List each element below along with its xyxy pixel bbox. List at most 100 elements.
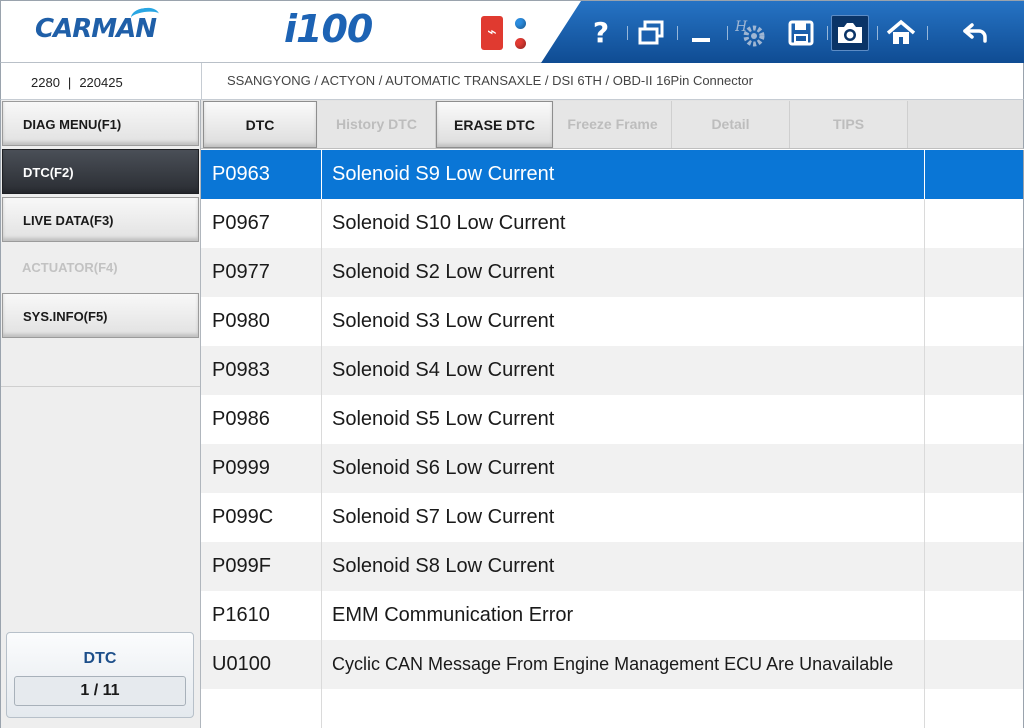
id-separator: | [67, 75, 72, 90]
save-icon [788, 20, 814, 46]
power-indicator-icon [515, 38, 526, 49]
settings-button[interactable]: H [733, 15, 769, 51]
dtc-status [925, 297, 1023, 346]
tab-freeze-frame: Freeze Frame [554, 101, 672, 148]
toolbar-divider [627, 26, 628, 40]
dtc-code: P1610 [201, 591, 322, 640]
vehicle-breadcrumb: SSANGYONG / ACTYON / AUTOMATIC TRANSAXLE… [227, 73, 753, 88]
device-id-1: 2280 [31, 75, 60, 90]
dtc-status [925, 689, 1023, 728]
help-button[interactable]: ? [583, 15, 619, 51]
dtc-code: P0963 [201, 150, 322, 199]
sidebar-item-sys-info[interactable]: SYS.INFO(F5) [2, 293, 199, 338]
dtc-status [925, 346, 1023, 395]
dtc-description: Solenoid S9 Low Current [322, 150, 925, 199]
tab-bar: DTC History DTC ERASE DTC Freeze Frame D… [201, 100, 1024, 149]
tab-erase-dtc[interactable]: ERASE DTC [436, 101, 553, 148]
sidebar-item-actuator: ACTUATOR(F4) [2, 245, 199, 290]
dtc-table: P0963 Solenoid S9 Low Current P0967 Sole… [201, 150, 1024, 728]
window-switch-icon [638, 20, 664, 45]
dtc-counter-label: DTC [83, 650, 117, 667]
camera-icon [838, 23, 862, 43]
table-row[interactable]: P0983 Solenoid S4 Low Current [201, 346, 1023, 395]
dtc-code: P099F [201, 542, 322, 591]
dtc-code: U0100 [201, 640, 322, 689]
sidebar-item-dtc[interactable]: DTC(F2) [2, 149, 199, 194]
dtc-description: Solenoid S5 Low Current [322, 395, 925, 444]
dtc-code: P0999 [201, 444, 322, 493]
dtc-status [925, 640, 1023, 689]
sidebar-divider [1, 386, 200, 387]
tab-detail: Detail [672, 101, 790, 148]
dtc-code: P099C [201, 493, 322, 542]
dtc-description [322, 689, 925, 728]
table-row[interactable]: P1610 EMM Communication Error [201, 591, 1023, 640]
dtc-counter-panel: DTC 1 / 11 [6, 632, 194, 718]
dtc-description: Solenoid S2 Low Current [322, 248, 925, 297]
help-icon: ? [592, 16, 610, 49]
window-switch-button[interactable] [633, 15, 669, 51]
dtc-description: EMM Communication Error [322, 591, 925, 640]
sidebar-item-live-data[interactable]: LIVE DATA(F3) [2, 197, 199, 242]
toolbar: ? H [541, 1, 1024, 63]
brand-logo: CARMAN [35, 6, 160, 44]
dtc-code [201, 689, 322, 728]
app-header: CARMAN i100 ⌁ ? H [0, 0, 1024, 63]
device-ids: 2280 | 220425 [31, 75, 131, 90]
dtc-code: P0986 [201, 395, 322, 444]
toolbar-divider [677, 26, 678, 40]
dtc-code: P0980 [201, 297, 322, 346]
dtc-status [925, 199, 1023, 248]
table-row[interactable]: P0963 Solenoid S9 Low Current [201, 150, 1023, 199]
save-button[interactable] [783, 15, 819, 51]
toolbar-divider [877, 26, 878, 40]
table-row[interactable]: P099F Solenoid S8 Low Current [201, 542, 1023, 591]
table-row[interactable]: P0986 Solenoid S5 Low Current [201, 395, 1023, 444]
home-icon [886, 19, 916, 44]
table-row[interactable]: P099C Solenoid S7 Low Current [201, 493, 1023, 542]
table-row[interactable]: P0980 Solenoid S3 Low Current [201, 297, 1023, 346]
dtc-description: Cyclic CAN Message From Engine Managemen… [322, 640, 925, 689]
dtc-description: Solenoid S8 Low Current [322, 542, 925, 591]
dtc-code: P0967 [201, 199, 322, 248]
dtc-status [925, 395, 1023, 444]
info-divider [201, 63, 202, 100]
table-row[interactable]: P0999 Solenoid S6 Low Current [201, 444, 1023, 493]
dtc-status [925, 542, 1023, 591]
back-button[interactable] [957, 15, 993, 51]
toolbar-divider [927, 26, 928, 40]
tab-dtc[interactable]: DTC [203, 101, 317, 148]
toolbar-divider [827, 26, 828, 40]
dtc-counter-value: 1 / 11 [14, 676, 186, 706]
connection-indicator-icon [515, 18, 526, 29]
tab-tips: TIPS [790, 101, 908, 148]
model-logo: i100 [284, 7, 373, 51]
dtc-description: Solenoid S3 Low Current [322, 297, 925, 346]
sidebar-item-diag-menu[interactable]: DIAG MENU(F1) [2, 101, 199, 146]
table-row[interactable]: U0100 Cyclic CAN Message From Engine Man… [201, 640, 1023, 689]
home-button[interactable] [883, 15, 919, 51]
dtc-status [925, 248, 1023, 297]
dtc-description: Solenoid S7 Low Current [322, 493, 925, 542]
dtc-status [925, 150, 1023, 199]
minimize-button[interactable] [683, 15, 719, 51]
table-row[interactable]: P0977 Solenoid S2 Low Current [201, 248, 1023, 297]
table-row [201, 689, 1023, 728]
tab-history-dtc: History DTC [318, 101, 436, 148]
toolbar-divider [727, 26, 728, 40]
settings-icon: H [735, 19, 765, 47]
dtc-status [925, 493, 1023, 542]
usb-status-icon: ⌁ [481, 16, 503, 50]
dtc-description: Solenoid S4 Low Current [322, 346, 925, 395]
dtc-status [925, 591, 1023, 640]
table-row[interactable]: P0967 Solenoid S10 Low Current [201, 199, 1023, 248]
back-arrow-icon [963, 23, 987, 43]
dtc-code: P0977 [201, 248, 322, 297]
dtc-code: P0983 [201, 346, 322, 395]
screenshot-button[interactable] [831, 15, 869, 51]
dtc-status [925, 444, 1023, 493]
dtc-description: Solenoid S10 Low Current [322, 199, 925, 248]
dtc-description: Solenoid S6 Low Current [322, 444, 925, 493]
info-bar: 2280 | 220425 SSANGYONG / ACTYON / AUTOMAT… [0, 63, 1024, 100]
minimize-icon [692, 38, 710, 42]
